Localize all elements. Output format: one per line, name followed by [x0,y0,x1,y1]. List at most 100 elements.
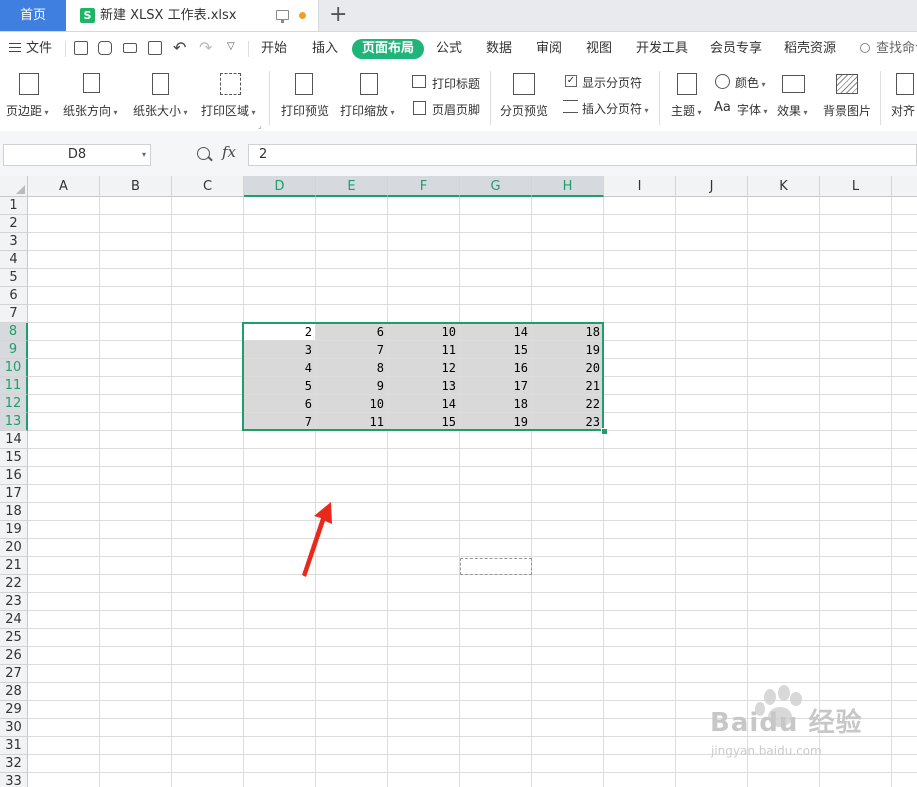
column-header-D[interactable]: D [244,176,316,197]
cell[interactable] [892,593,917,611]
cell[interactable] [820,539,892,557]
new-tab-button[interactable]: + [329,3,347,27]
cell[interactable] [532,467,604,485]
cell[interactable] [604,449,676,467]
cell[interactable] [820,503,892,521]
cell[interactable] [100,665,172,683]
cell[interactable] [100,773,172,787]
cell[interactable] [388,611,460,629]
cell[interactable] [28,683,100,701]
cell[interactable] [172,593,244,611]
cell[interactable] [172,233,244,251]
save-icon[interactable] [74,41,88,55]
cell[interactable] [172,521,244,539]
cell[interactable] [460,467,532,485]
cell[interactable] [604,737,676,755]
cell[interactable] [892,503,917,521]
cell[interactable] [892,467,917,485]
row-header-30[interactable]: 30 [0,719,28,737]
cell[interactable] [172,719,244,737]
row-header-19[interactable]: 19 [0,521,28,539]
row-header-33[interactable]: 33 [0,773,28,787]
cell[interactable] [460,683,532,701]
menu-developer[interactable]: 开发工具 [636,32,688,65]
cell[interactable] [172,773,244,787]
cell[interactable] [244,665,316,683]
cell[interactable] [316,449,388,467]
menu-file[interactable]: 文件 [9,32,52,65]
cell[interactable] [892,251,917,269]
cell[interactable] [388,251,460,269]
row-header-13[interactable]: 13 [0,413,28,431]
cell[interactable] [388,539,460,557]
cell[interactable] [100,611,172,629]
cell[interactable] [532,737,604,755]
cell[interactable] [28,251,100,269]
cell[interactable] [172,737,244,755]
cell[interactable] [820,467,892,485]
cell[interactable] [28,557,100,575]
cell[interactable] [100,467,172,485]
cell[interactable] [100,521,172,539]
cell[interactable] [460,215,532,233]
cell[interactable] [388,449,460,467]
cell[interactable] [28,485,100,503]
cell[interactable] [604,197,676,215]
cell[interactable] [532,269,604,287]
cell[interactable] [460,773,532,787]
cell[interactable] [172,377,244,395]
cell[interactable]: 10 [316,395,388,413]
cell[interactable] [460,755,532,773]
cell[interactable]: 12 [388,359,460,377]
cell[interactable] [748,215,820,233]
cell[interactable] [388,593,460,611]
cell[interactable] [820,413,892,431]
cell[interactable] [28,467,100,485]
cell[interactable] [28,701,100,719]
cell[interactable] [172,575,244,593]
cell[interactable] [388,485,460,503]
cell[interactable] [460,575,532,593]
cell[interactable] [532,665,604,683]
undo-icon[interactable]: ↶ [173,38,186,57]
cell[interactable] [820,557,892,575]
cell[interactable] [604,413,676,431]
cell[interactable] [100,593,172,611]
cell[interactable] [604,305,676,323]
cell[interactable] [316,629,388,647]
cell[interactable] [244,449,316,467]
cell[interactable] [28,611,100,629]
cell[interactable] [460,233,532,251]
cell[interactable] [676,611,748,629]
cell[interactable] [604,683,676,701]
cell[interactable] [676,305,748,323]
column-header-B[interactable]: B [100,176,172,197]
cell[interactable] [604,719,676,737]
cell[interactable] [100,647,172,665]
cell[interactable] [28,233,100,251]
cell[interactable]: 6 [316,323,388,341]
cell[interactable] [100,413,172,431]
cell[interactable] [28,629,100,647]
cell[interactable] [892,665,917,683]
column-header-H[interactable]: H [532,176,604,197]
cell[interactable] [748,197,820,215]
cell[interactable] [748,377,820,395]
cell[interactable]: 2 [244,323,316,341]
column-header-partial[interactable] [892,176,917,197]
cell[interactable] [100,341,172,359]
cell[interactable] [172,557,244,575]
cell[interactable] [388,521,460,539]
row-header-10[interactable]: 10 [0,359,28,377]
cell[interactable]: 9 [316,377,388,395]
cell[interactable] [100,233,172,251]
row-header-3[interactable]: 3 [0,233,28,251]
cell[interactable] [28,521,100,539]
cell[interactable] [28,539,100,557]
cell[interactable] [676,773,748,787]
cell[interactable] [388,719,460,737]
cell[interactable] [748,611,820,629]
cell[interactable] [172,341,244,359]
menu-formulas[interactable]: 公式 [436,32,462,65]
cell[interactable] [388,305,460,323]
